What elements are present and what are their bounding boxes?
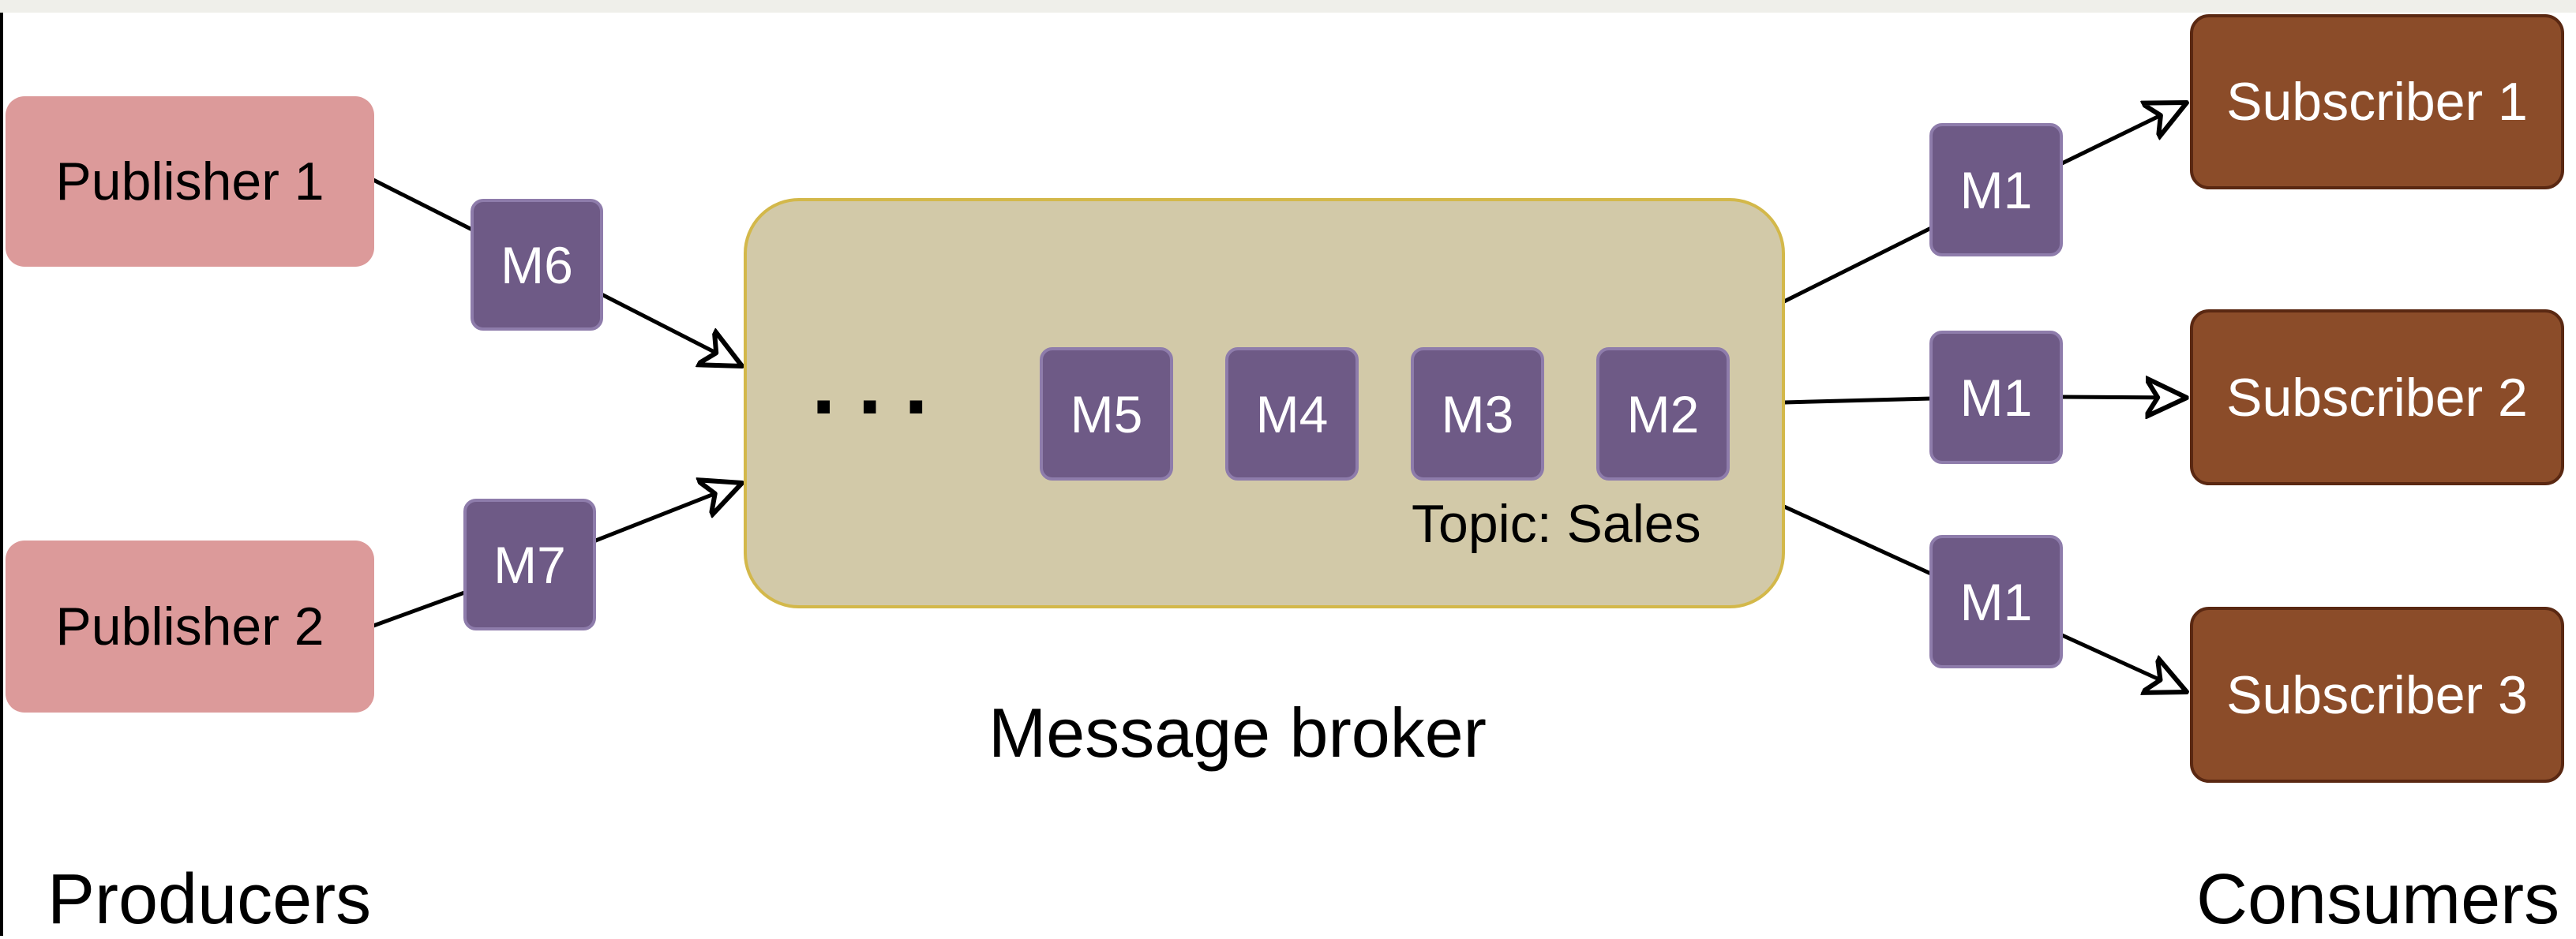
producers-label: Producers <box>47 860 372 939</box>
message-m1-bottom-label: M1 <box>1959 572 2033 631</box>
connector-m6-broker <box>599 292 742 366</box>
message-m1-bottom: M1 <box>1929 535 2063 668</box>
connector-broker-m1-mid <box>1782 396 1935 405</box>
connector-broker-m1-bottom <box>1782 504 1935 577</box>
publisher-2-label: Publisher 2 <box>55 597 324 657</box>
subscriber-1-label: Subscriber 1 <box>2226 72 2528 132</box>
connector-m1-subscriber2 <box>2060 397 2187 398</box>
message-m1-top-label: M1 <box>1959 160 2033 219</box>
queue-message-m4-label: M4 <box>1255 384 1329 443</box>
connector-publisher2-m7 <box>371 589 469 628</box>
queue-message-m5: M5 <box>1040 347 1173 481</box>
subscriber-2-label: Subscriber 2 <box>2226 367 2528 428</box>
queue-message-m3: M3 <box>1411 347 1544 481</box>
subscriber-3-node: Subscriber 3 <box>2190 607 2564 783</box>
subscriber-2-node: Subscriber 2 <box>2190 309 2564 485</box>
subscriber-1-node: Subscriber 1 <box>2190 14 2564 189</box>
queue-message-m2: M2 <box>1596 347 1730 481</box>
broker-caption: Message broker <box>988 694 1487 772</box>
queue-message-m4: M4 <box>1225 347 1359 481</box>
connector-m1-subscriber3 <box>2060 633 2187 692</box>
consumers-label: Consumers <box>2196 860 2560 939</box>
connector-m1-subscriber1 <box>2060 103 2187 166</box>
message-m1-top: M1 <box>1929 123 2063 256</box>
queue-ellipsis: ... <box>812 335 951 432</box>
connector-m7-broker <box>591 483 742 544</box>
message-m1-middle-label: M1 <box>1959 368 2033 427</box>
message-m6-label: M6 <box>501 235 573 294</box>
publisher-1-node: Publisher 1 <box>6 96 374 267</box>
message-m7: M7 <box>463 499 596 630</box>
publisher-2-node: Publisher 2 <box>6 541 374 713</box>
message-m1-middle: M1 <box>1929 331 2063 464</box>
subscriber-3-label: Subscriber 3 <box>2226 664 2528 725</box>
topic-label: Topic: Sales <box>1412 494 1701 554</box>
message-m7-label: M7 <box>493 535 566 594</box>
publisher-1-label: Publisher 1 <box>55 152 324 211</box>
connector-broker-m1-top <box>1782 225 1935 304</box>
queue-message-m5-label: M5 <box>1070 384 1143 443</box>
message-m6: M6 <box>471 199 603 331</box>
queue-message-m3-label: M3 <box>1441 384 1514 443</box>
connector-publisher1-m6 <box>371 178 476 233</box>
queue-message-m2-label: M2 <box>1626 384 1700 443</box>
